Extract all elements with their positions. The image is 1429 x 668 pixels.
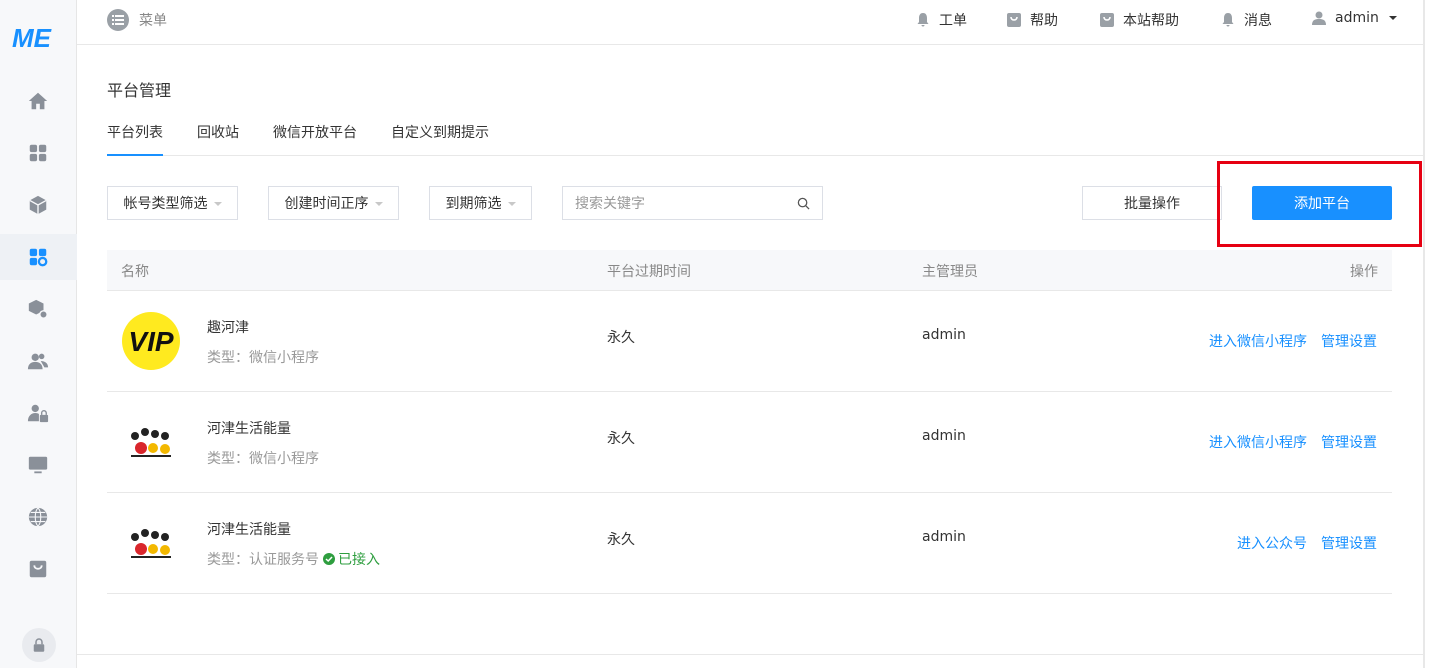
table-row: 河津生活能量 类型：认证服务号 已接入 永久 admin 进入公众号 管理设置 xyxy=(107,493,1392,594)
footer-divider xyxy=(77,654,1423,655)
platform-type: 类型：认证服务号 已接入 xyxy=(207,549,380,569)
users-icon[interactable] xyxy=(26,349,50,373)
row-actions: 进入公众号 管理设置 xyxy=(1237,533,1377,553)
caret-down-icon xyxy=(213,202,222,206)
cartoon-logo xyxy=(131,428,171,457)
lock-button[interactable] xyxy=(22,628,56,662)
tab-platform-list[interactable]: 平台列表 xyxy=(107,122,163,156)
user-menu[interactable]: admin xyxy=(1311,10,1397,26)
enter-official-account-link[interactable]: 进入公众号 xyxy=(1237,533,1307,553)
check-circle-icon xyxy=(323,553,335,565)
top-bar: 菜单 工单 帮助 本站帮助 消息 admin xyxy=(77,0,1425,45)
header-expire: 平台过期时间 xyxy=(607,264,691,280)
chevron-down-icon xyxy=(1388,16,1397,20)
platform-name: 河津生活能量 xyxy=(207,522,291,538)
home-icon[interactable] xyxy=(26,89,50,113)
topbar-messages[interactable]: 消息 xyxy=(1220,10,1272,30)
vip-logo: VIP xyxy=(122,312,180,370)
bell-icon xyxy=(917,13,929,27)
lock-icon xyxy=(33,638,45,652)
enter-miniprogram-link[interactable]: 进入微信小程序 xyxy=(1209,331,1307,351)
platform-name: 趣河津 xyxy=(207,320,249,336)
manage-settings-link[interactable]: 管理设置 xyxy=(1321,533,1377,553)
search-input[interactable]: 搜索关键字 xyxy=(562,186,823,220)
sidebar: ME xyxy=(0,0,77,668)
bag-icon xyxy=(1100,13,1114,27)
add-platform-button[interactable]: 添加平台 xyxy=(1252,186,1392,220)
header-name: 名称 xyxy=(121,264,149,280)
topbar-ticket[interactable]: 工单 xyxy=(915,10,967,30)
me-logo[interactable]: ME xyxy=(12,24,64,52)
cartoon-logo xyxy=(131,529,171,558)
expire-value: 永久 xyxy=(607,532,635,548)
user-lock-icon[interactable] xyxy=(26,401,50,425)
manage-settings-link[interactable]: 管理设置 xyxy=(1321,432,1377,452)
table-row: 河津生活能量 类型：微信小程序 永久 admin 进入微信小程序 管理设置 xyxy=(107,392,1392,493)
search-icon[interactable] xyxy=(797,197,810,210)
platform-settings-icon[interactable] xyxy=(26,245,50,269)
manage-settings-link[interactable]: 管理设置 xyxy=(1321,331,1377,351)
bell-icon xyxy=(1222,13,1234,27)
search-placeholder: 搜索关键字 xyxy=(575,196,645,212)
row-actions: 进入微信小程序 管理设置 xyxy=(1209,331,1377,351)
create-time-sort[interactable]: 创建时间正序 xyxy=(268,186,399,220)
svg-text:VIP: VIP xyxy=(128,326,173,357)
menu-toggle[interactable]: 菜单 xyxy=(107,9,167,31)
scrollbar-track xyxy=(1423,0,1429,668)
table-header: 名称 平台过期时间 主管理员 操作 xyxy=(107,250,1392,291)
row-actions: 进入微信小程序 管理设置 xyxy=(1209,432,1377,452)
table-row: VIP 趣河津 类型：微信小程序 永久 admin 进入微信小程序 管理设置 xyxy=(107,291,1392,392)
connected-badge: 已接入 xyxy=(323,549,380,569)
account-type-filter[interactable]: 帐号类型筛选 xyxy=(107,186,238,220)
batch-operation-button[interactable]: 批量操作 xyxy=(1082,186,1222,220)
tabs: 平台列表 回收站 微信开放平台 自定义到期提示 xyxy=(107,120,1423,156)
apps-grid-icon[interactable] xyxy=(26,141,50,165)
header-ops: 操作 xyxy=(1350,264,1378,280)
expire-value: 永久 xyxy=(607,431,635,447)
caret-down-icon xyxy=(507,202,516,206)
list-icon xyxy=(107,9,129,31)
monitor-icon[interactable] xyxy=(26,453,50,477)
store-bag-icon[interactable] xyxy=(26,557,50,581)
platform-type: 类型：微信小程序 xyxy=(207,350,319,366)
platform-type: 类型：微信小程序 xyxy=(207,451,319,467)
platform-name: 河津生活能量 xyxy=(207,421,291,437)
user-icon xyxy=(1312,11,1326,25)
header-admin: 主管理员 xyxy=(922,264,978,280)
tab-recycle-bin[interactable]: 回收站 xyxy=(197,122,239,156)
cube-icon[interactable] xyxy=(26,193,50,217)
globe-icon[interactable] xyxy=(26,505,50,529)
page-title: 平台管理 xyxy=(107,81,172,100)
svg-text:ME: ME xyxy=(12,24,52,52)
expire-value: 永久 xyxy=(607,330,635,346)
bag-icon xyxy=(1007,13,1021,27)
enter-miniprogram-link[interactable]: 进入微信小程序 xyxy=(1209,432,1307,452)
expire-filter[interactable]: 到期筛选 xyxy=(429,186,532,220)
tab-custom-expire-notice[interactable]: 自定义到期提示 xyxy=(391,122,489,156)
module-settings-icon[interactable] xyxy=(26,297,50,321)
admin-value: admin xyxy=(922,327,966,343)
admin-value: admin xyxy=(922,529,966,545)
tab-wechat-open-platform[interactable]: 微信开放平台 xyxy=(273,122,357,156)
topbar-site-help[interactable]: 本站帮助 xyxy=(1099,10,1179,30)
menu-label: 菜单 xyxy=(139,13,167,29)
admin-value: admin xyxy=(922,428,966,444)
caret-down-icon xyxy=(374,202,383,206)
topbar-help[interactable]: 帮助 xyxy=(1006,10,1058,30)
